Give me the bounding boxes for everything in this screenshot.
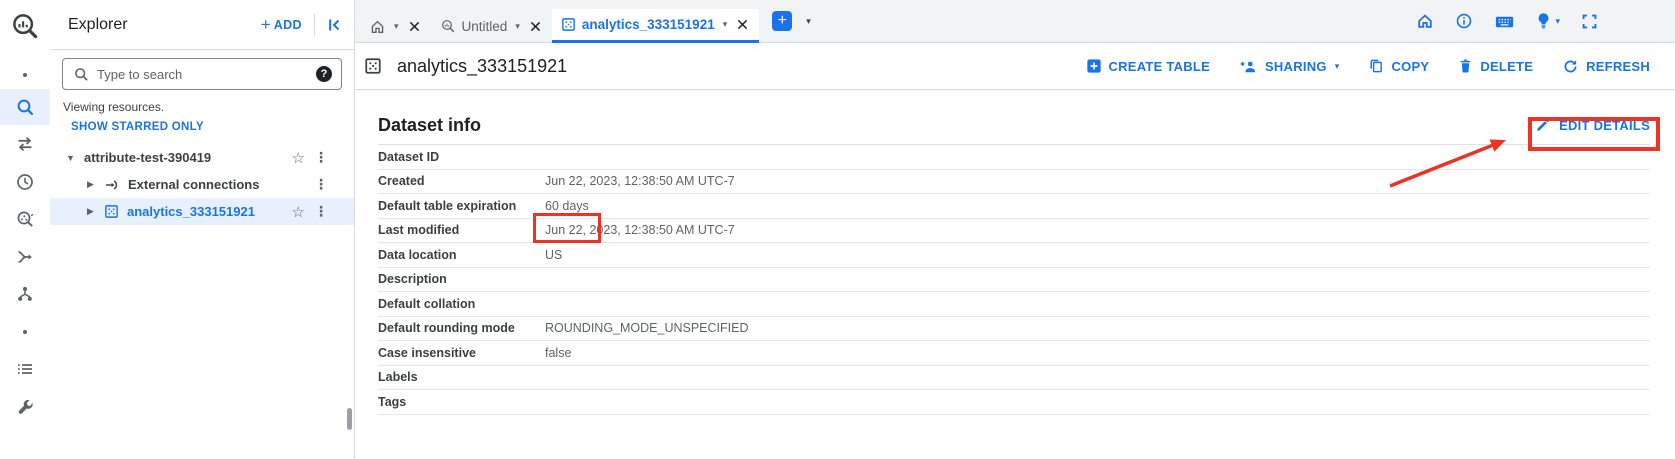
edit-details-button[interactable]: EDIT DETAILS (1535, 117, 1650, 133)
tab-home[interactable]: ▾ (355, 9, 431, 43)
dataset-icon (104, 204, 119, 219)
table-row: Created Jun 22, 2023, 12:38:50 AM UTC-7 (378, 170, 1650, 194)
top-right-toolbar: ▾ (1416, 0, 1675, 42)
table-row: Dataset ID (378, 145, 1650, 170)
lightbulb-icon (1539, 13, 1549, 29)
show-starred-only-link[interactable]: SHOW STARRED ONLY (71, 121, 354, 133)
table-row: Tags (378, 390, 1650, 415)
star-icon[interactable]: ☆ (292, 149, 305, 167)
tree-row-external-connections[interactable]: ▶ External connections ⋮ (50, 171, 354, 198)
keyboard-shortcuts-icon[interactable] (1494, 11, 1515, 32)
rail-dot-indicator-2 (0, 314, 50, 350)
caret-collapsed-icon[interactable]: ▶ (84, 206, 97, 217)
rail-history-clock-icon[interactable] (0, 164, 50, 200)
sharing-button[interactable]: SHARING ▾ (1239, 58, 1339, 75)
tab-dataset-active[interactable]: analytics_333151921 ▾ (551, 9, 760, 43)
tab-bar: ▾ Untitled ▾ analytics_333151921 ▾ + ▾ ▾ (355, 0, 1675, 43)
rail-admin-wrench-icon[interactable] (0, 389, 50, 425)
fullscreen-icon[interactable] (1581, 13, 1598, 30)
table-row: Labels (378, 366, 1650, 390)
dataset-info-section: Dataset info EDIT DETAILS Dataset ID Cre… (355, 90, 1675, 415)
main-content: analytics_333151921 CREATE TABLE SHARING… (355, 43, 1675, 459)
caret-down-icon: ▾ (1555, 15, 1560, 26)
table-row: Default collation (378, 292, 1650, 317)
rail-query-insights-icon[interactable] (0, 201, 50, 237)
new-tab-button[interactable]: + (772, 11, 793, 31)
copy-icon (1370, 59, 1383, 73)
star-icon[interactable]: ☆ (292, 203, 305, 221)
dataset-actions: CREATE TABLE SHARING ▾ COPY DELETE REFRE… (1086, 58, 1650, 75)
close-icon[interactable] (735, 17, 750, 32)
page-title: analytics_333151921 (397, 55, 568, 76)
table-row: Last modified Jun 22, 2023, 12:38:50 AM U… (378, 219, 1650, 243)
rail-migration-icon[interactable] (0, 239, 50, 275)
table-row: Data location US (378, 243, 1650, 268)
home-button-icon[interactable] (1416, 12, 1434, 30)
explorer-header: Explorer + ADD (50, 0, 354, 50)
close-icon[interactable] (407, 19, 422, 34)
caret-down-icon[interactable]: ▾ (515, 21, 520, 32)
create-table-button[interactable]: CREATE TABLE (1086, 58, 1210, 74)
external-connection-icon (104, 177, 120, 193)
divider (314, 13, 315, 36)
bigquery-console: Explorer + ADD ? Viewing resources. SHOW… (0, 0, 1675, 459)
close-icon[interactable] (528, 19, 543, 34)
rail-dot-indicator (0, 57, 50, 93)
viewing-resources-text: Viewing resources. (63, 100, 165, 114)
refresh-icon (1564, 59, 1577, 72)
rail-transfers-icon[interactable] (0, 126, 50, 162)
table-row: Default rounding mode ROUNDING_MODE_UNSPE… (378, 317, 1650, 341)
section-title: Dataset info (378, 114, 482, 135)
info-icon[interactable] (1455, 12, 1473, 30)
search-input[interactable] (97, 66, 308, 82)
home-icon (371, 20, 384, 33)
resource-tree: ▼ attribute-test-390419 ☆ ⋮ ▶ External c… (50, 144, 354, 225)
caret-collapsed-icon[interactable]: ▶ (84, 179, 97, 190)
caret-down-icon[interactable]: ▾ (723, 19, 728, 30)
search-box[interactable]: ? (62, 58, 342, 90)
search-icon (75, 68, 88, 81)
explorer-panel: Explorer + ADD ? Viewing resources. SHOW… (50, 0, 355, 459)
caret-expanded-icon[interactable]: ▼ (64, 153, 77, 163)
tab-overflow-caret-icon[interactable]: ▾ (806, 16, 811, 27)
delete-button[interactable]: DELETE (1458, 58, 1533, 74)
refresh-button[interactable]: REFRESH (1562, 58, 1650, 75)
pencil-icon (1537, 119, 1549, 131)
left-nav-rail (0, 0, 50, 459)
table-row-default-table-expiration: Default table expiration 60 days (378, 194, 1650, 219)
query-icon (441, 20, 454, 33)
rail-search-icon[interactable] (0, 89, 50, 125)
table-row: Description (378, 268, 1650, 292)
kebab-menu-icon[interactable]: ⋮ (314, 149, 328, 166)
create-table-icon (1086, 59, 1101, 73)
table-row: Case insensitive false (378, 341, 1650, 366)
dataset-icon (364, 57, 382, 75)
copy-button[interactable]: COPY (1368, 58, 1429, 74)
bigquery-logo-icon (0, 7, 50, 45)
dataset-header: analytics_333151921 CREATE TABLE SHARING… (355, 43, 1675, 90)
plus-icon: + (260, 15, 271, 34)
tree-row-dataset[interactable]: ▶ analytics_333151921 ☆ ⋮ (50, 198, 354, 225)
dataset-icon (562, 18, 575, 31)
explorer-title: Explorer (68, 15, 128, 33)
rail-capacity-list-icon[interactable] (0, 351, 50, 387)
caret-down-icon: ▾ (1334, 60, 1340, 71)
sidebar-scrollbar-thumb[interactable] (347, 408, 352, 430)
kebab-menu-icon[interactable]: ⋮ (314, 203, 328, 220)
rail-lineage-icon[interactable] (0, 276, 50, 312)
tab-untitled[interactable]: Untitled ▾ (431, 9, 552, 43)
kebab-menu-icon[interactable]: ⋮ (314, 176, 328, 193)
tree-row-project[interactable]: ▼ attribute-test-390419 ☆ ⋮ (50, 144, 354, 171)
trash-icon (1461, 59, 1471, 73)
person-add-icon (1240, 61, 1255, 72)
dataset-info-table: Dataset ID Created Jun 22, 2023, 12:38:50… (378, 144, 1650, 415)
add-button[interactable]: + ADD (261, 16, 302, 33)
help-icon[interactable]: ? (316, 66, 332, 82)
assistant-bulb-button[interactable]: ▾ (1536, 12, 1560, 30)
collapse-panel-icon[interactable] (324, 15, 344, 35)
caret-down-icon[interactable]: ▾ (394, 21, 399, 32)
